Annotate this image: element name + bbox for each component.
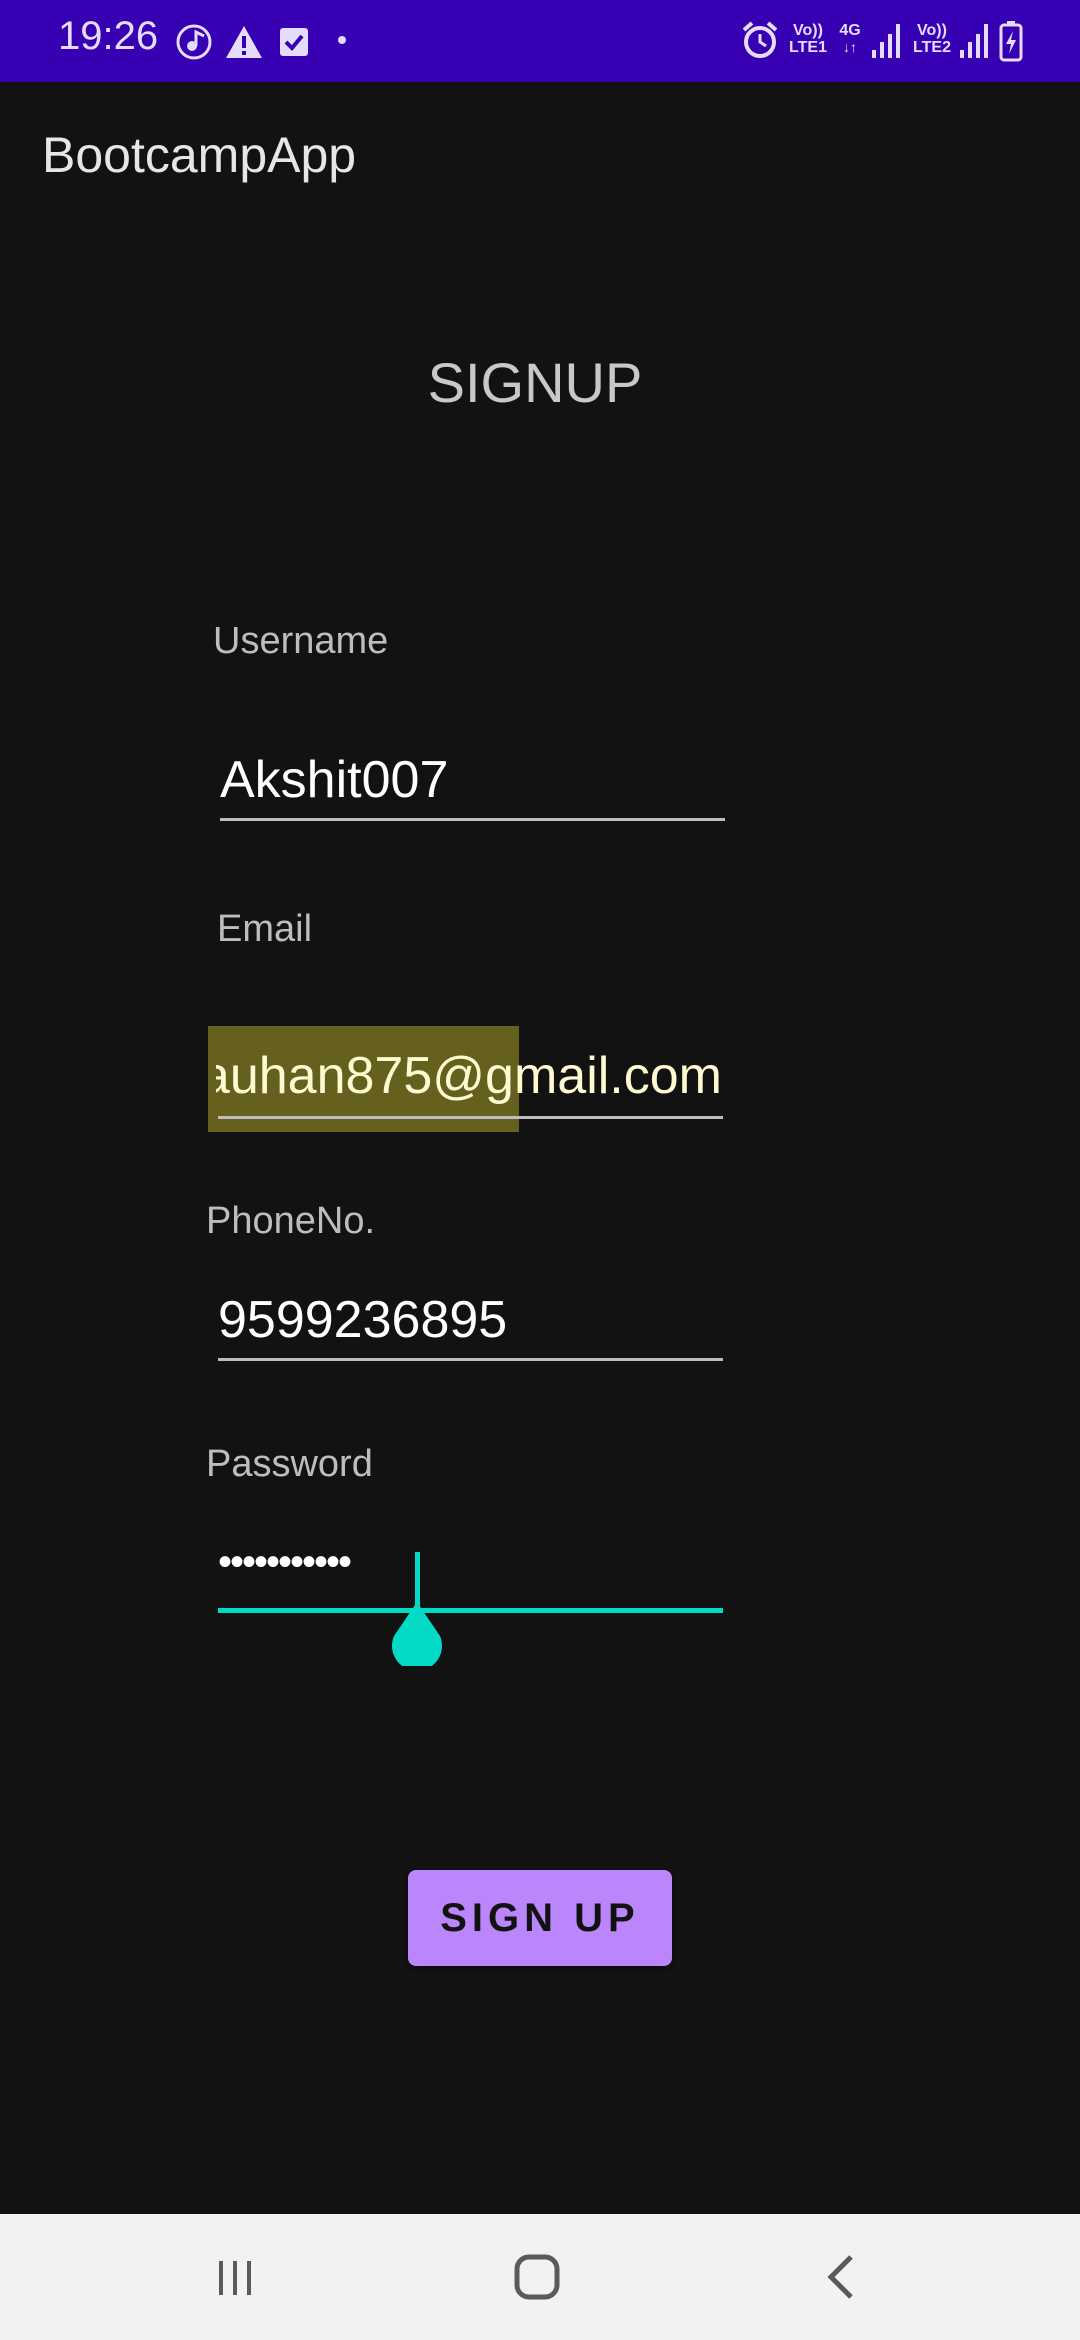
password-field[interactable]: ••••••••••• [218,1540,418,1604]
page-title: SIGNUP [427,351,643,414]
warning-icon [226,26,262,58]
volte2-icon: Vo)) LTE2 [910,22,954,56]
volte2-bottom-text: LTE2 [913,39,951,56]
back-icon [827,2255,853,2299]
signal2-icon [960,24,988,58]
phone-label: PhoneNo. [206,1200,376,1242]
volte2-top-text: Vo)) [917,22,947,39]
signal1-icon [872,24,900,58]
status-time: 19:26 [58,14,159,58]
navigation-bar [0,2214,1080,2340]
phone-field[interactable]: 9599236895 [218,1290,723,1354]
4g-icon: 4G ↓↑ [834,22,866,56]
username-underline [220,818,725,821]
music-note-icon [176,24,212,60]
username-label: Username [213,620,389,662]
recent-apps-button[interactable] [200,2244,270,2310]
home-icon [514,2254,560,2300]
recent-apps-icon [219,2261,251,2295]
phone-underline [218,1358,723,1361]
volte1-top-text: Vo)) [793,22,823,39]
app-title: BootcampApp [42,127,357,183]
checkbox-icon [280,28,308,56]
status-bar: 19:26 Vo)) LTE1 4G ↓↑ Vo)) LTE2 [0,0,1080,82]
alarm-icon [742,21,778,58]
battery-charging-icon [999,21,1023,62]
volte1-bottom-text: LTE1 [789,39,827,56]
text-cursor [415,1552,420,1606]
home-button[interactable] [502,2244,572,2310]
signup-button[interactable]: SIGN UP [408,1870,672,1966]
dot-icon [338,36,346,44]
back-button[interactable] [806,2244,876,2310]
email-underline [218,1116,723,1119]
cursor-handle-icon[interactable] [390,1600,444,1666]
email-label: Email [217,908,313,950]
username-field[interactable]: Akshit007 [220,750,725,814]
volte1-icon: Vo)) LTE1 [786,22,830,56]
email-value: akshitchauhan875@gmail.com [216,1047,722,1105]
password-label: Password [206,1443,373,1485]
net-type-text: 4G [839,22,861,39]
password-underline [218,1608,723,1613]
app-bar: BootcampApp [0,82,1080,236]
email-field[interactable]: akshitchauhan875@gmail.com [216,1042,724,1122]
